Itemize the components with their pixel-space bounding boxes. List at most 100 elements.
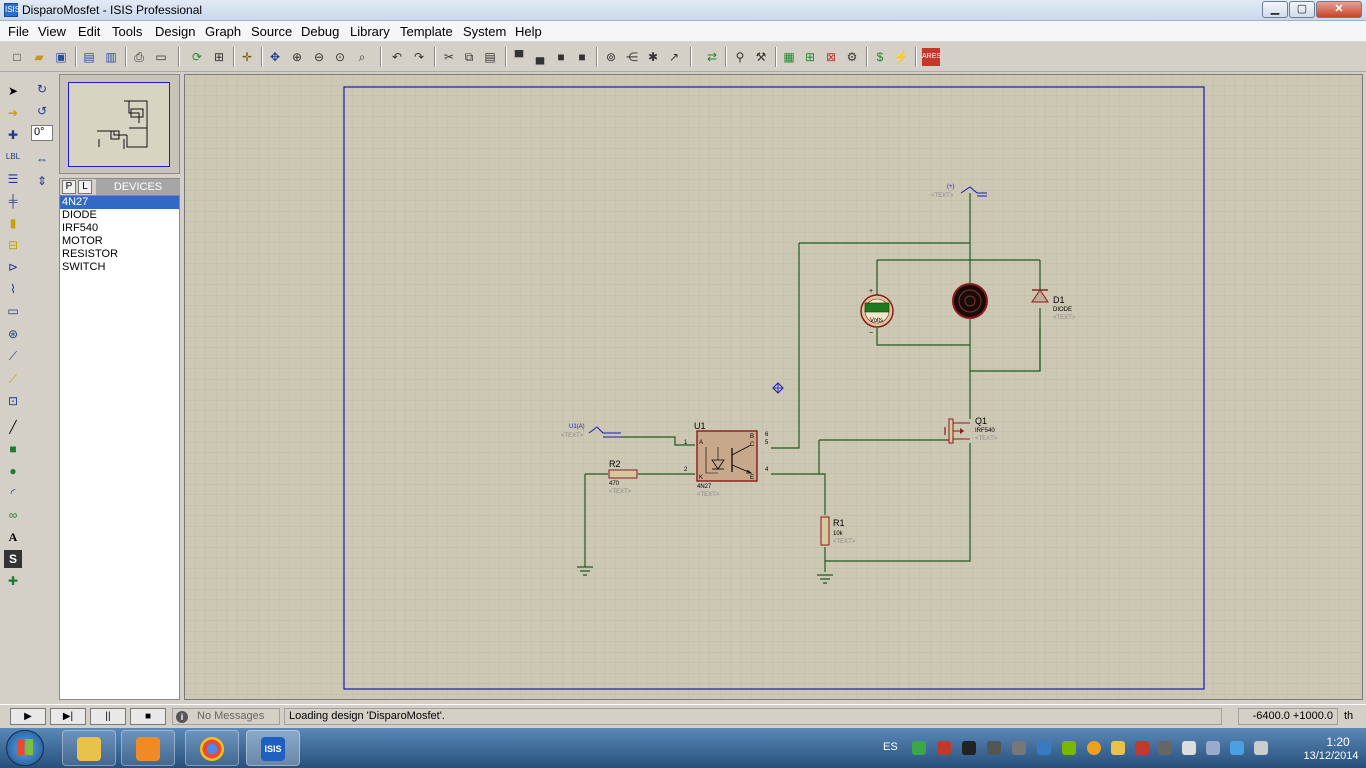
component-mode-icon[interactable]: ➔ [4,104,22,122]
messages-box[interactable]: No Messages [172,708,280,725]
save-icon[interactable]: ▣ [52,48,70,66]
ares-icon[interactable]: ARES [922,48,941,66]
tray-network-icon[interactable] [912,741,926,755]
clock-time[interactable]: 1:20 [1318,735,1358,749]
rotation-angle-field[interactable]: 0° [31,125,53,141]
new-sheet-icon[interactable]: ▦ [780,48,798,66]
block-rotate-icon[interactable]: ■ [552,48,570,66]
device-item-switch[interactable]: SWITCH [60,261,179,274]
tray-signal-icon[interactable] [1206,741,1220,755]
origin-icon[interactable]: ✛ [238,48,256,66]
line-2d-icon[interactable]: ╱ [4,418,22,436]
menu-edit[interactable]: Edit [78,24,100,39]
add-sheet-icon[interactable]: ⊞ [801,48,819,66]
tray-monitor-icon[interactable] [1012,741,1026,755]
zoom-in-icon[interactable]: ⊕ [288,48,306,66]
pick-devices-button[interactable]: P [62,180,76,194]
terminals-icon[interactable]: ⊟ [4,236,22,254]
menu-file[interactable]: File [8,24,29,39]
menu-graph[interactable]: Graph [205,24,241,39]
device-item-diode[interactable]: DIODE [60,209,179,222]
start-button[interactable] [6,730,44,766]
mirror-horizontal-icon[interactable]: ⇔ [33,150,51,168]
virtual-instruments-icon[interactable]: ⊡ [4,392,22,410]
property-assign-icon[interactable]: ⚒ [752,48,770,66]
export-icon[interactable]: ▥ [102,48,120,66]
block-delete-icon[interactable]: ■ [573,48,591,66]
grid-icon[interactable]: ⊞ [210,48,228,66]
close-button[interactable]: ✕ [1316,1,1362,18]
cut-icon[interactable]: ✂ [440,48,458,66]
menu-debug[interactable]: Debug [301,24,339,39]
motor[interactable] [952,283,988,319]
taskbar-media-player[interactable] [121,730,175,766]
bill-of-materials-icon[interactable]: $ [871,48,889,66]
packaging-icon[interactable]: ✱ [644,48,662,66]
print-area-icon[interactable]: ▭ [152,48,170,66]
units-label[interactable]: th [1344,710,1353,722]
current-probe-icon[interactable]: ⟋ [4,370,22,388]
decompose-icon[interactable]: ↗ [665,48,683,66]
make-device-icon[interactable]: ⋲ [623,48,641,66]
device-item-motor[interactable]: MOTOR [60,235,179,248]
tray-update-icon[interactable] [1087,741,1101,755]
clock-date[interactable]: 13/12/2014 [1296,750,1366,762]
maximize-button[interactable]: ▢ [1289,1,1315,18]
pan-icon[interactable]: ✥ [266,48,284,66]
search-tag-icon[interactable]: ⚲ [731,48,749,66]
menu-design[interactable]: Design [155,24,195,39]
voltage-probe-icon[interactable]: ⟋ [4,347,22,365]
rotate-anticlockwise-icon[interactable]: ↺ [33,102,51,120]
volume-icon[interactable] [1254,741,1268,755]
goto-sheet-icon[interactable]: ⚙ [843,48,861,66]
tray-display-icon[interactable] [987,741,1001,755]
stop-button[interactable]: ■ [130,708,166,725]
text-script-icon[interactable]: ☰ [4,170,22,188]
path-2d-icon[interactable]: ∞ [4,506,22,524]
print-icon[interactable]: ⎙ [130,48,148,66]
tray-usb-icon[interactable] [1158,741,1172,755]
taskbar-explorer[interactable] [62,730,116,766]
mirror-vertical-icon[interactable]: ⇕ [33,172,51,190]
tray-folder-icon[interactable] [1111,741,1125,755]
tray-nvidia-icon[interactable] [1062,741,1076,755]
library-manager-button[interactable]: L [78,180,92,194]
menu-help[interactable]: Help [515,24,542,39]
tray-dropbox-icon[interactable] [1230,741,1244,755]
tray-security-icon[interactable] [937,741,951,755]
device-item-resistor[interactable]: RESISTOR [60,248,179,261]
menu-tools[interactable]: Tools [112,24,142,39]
symbol-2d-icon[interactable]: S [4,550,22,568]
tray-app-icon[interactable] [1037,741,1051,755]
taskbar-chrome[interactable] [185,730,239,766]
tape-recorder-icon[interactable]: ▭ [4,302,22,320]
import-icon[interactable]: ▤ [80,48,98,66]
electrical-check-icon[interactable]: ⚡ [892,48,910,66]
step-button[interactable]: ▶| [50,708,86,725]
device-item-4n27[interactable]: 4N27 [60,196,179,209]
text-2d-icon[interactable]: A [4,528,22,546]
zoom-area-icon[interactable]: ⌕ [353,48,371,66]
menu-system[interactable]: System [463,24,506,39]
pick-device-icon[interactable]: ⊚ [602,48,620,66]
pause-button[interactable]: || [90,708,126,725]
input-language[interactable]: ES [883,741,898,753]
minimize-button[interactable]: ▁ [1262,1,1288,18]
rotate-clockwise-icon[interactable]: ↻ [33,80,51,98]
remove-sheet-icon[interactable]: ⊠ [822,48,840,66]
taskbar-isis[interactable]: ISIS [246,730,300,766]
paste-icon[interactable]: ▤ [481,48,499,66]
tray-device-icon[interactable] [962,741,976,755]
marker-2d-icon[interactable]: ✚ [4,572,22,590]
menu-source[interactable]: Source [251,24,292,39]
block-move-icon[interactable]: ▄ [531,48,549,66]
wire-autorouter-icon[interactable]: ⇄ [703,48,721,66]
open-folder-icon[interactable]: ▰ [30,48,48,66]
refresh-icon[interactable]: ⟳ [188,48,206,66]
copy-icon[interactable]: ⧉ [460,48,478,66]
subcircuit-icon[interactable]: ▮ [4,214,22,232]
zoom-out-icon[interactable]: ⊖ [310,48,328,66]
circle-2d-icon[interactable]: ● [4,462,22,480]
schematic-canvas[interactable]: (+) <TEXT> U1(A) <TEXT> Volts + − D1 DIO… [184,74,1363,700]
selection-mode-icon[interactable]: ➤ [4,82,22,100]
